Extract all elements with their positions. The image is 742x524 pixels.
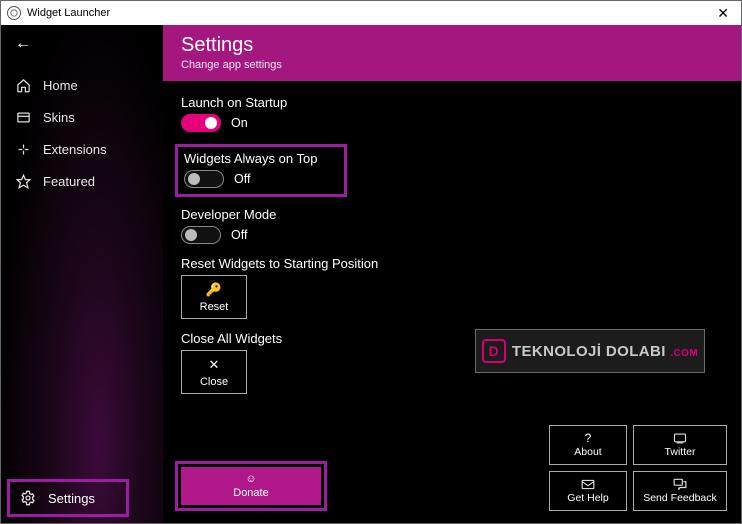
- gear-icon: [20, 490, 36, 506]
- donate-button[interactable]: ☺ Donate: [181, 467, 321, 505]
- titlebar: Widget Launcher ✕: [1, 1, 741, 25]
- page-header: Settings Change app settings: [163, 25, 741, 81]
- toggle-state: Off: [234, 172, 250, 186]
- sidebar-item-home[interactable]: Home: [1, 69, 163, 101]
- app-window: Widget Launcher ✕ ← Home Skins Extension…: [0, 0, 742, 524]
- button-label: Close: [200, 376, 228, 388]
- button-label: Twitter: [665, 446, 696, 458]
- close-window-button[interactable]: ✕: [711, 5, 735, 22]
- page-subtitle: Change app settings: [181, 59, 723, 71]
- app-icon: [7, 6, 21, 20]
- sidebar: ← Home Skins Extensions Featured: [1, 25, 163, 523]
- question-icon: ?: [585, 432, 592, 444]
- setting-label: Widgets Always on Top: [184, 151, 338, 166]
- highlight-always-on-top: Widgets Always on Top Off: [175, 144, 347, 197]
- sidebar-item-label: Home: [43, 78, 78, 93]
- settings-content: Launch on Startup On Widgets Always on T…: [163, 81, 741, 523]
- sidebar-item-settings[interactable]: Settings: [7, 479, 129, 517]
- setting-reset-widgets: Reset Widgets to Starting Position 🔑 Res…: [181, 256, 723, 319]
- button-label: Send Feedback: [643, 492, 717, 504]
- footer-area: ☺ Donate ? About Twitter: [163, 511, 741, 523]
- main-panel: Settings Change app settings Launch on S…: [163, 25, 741, 523]
- watermark-suffix: .COM: [670, 348, 698, 359]
- twitter-button[interactable]: Twitter: [633, 425, 727, 465]
- extensions-icon: [15, 141, 31, 157]
- window-title: Widget Launcher: [27, 7, 110, 19]
- nav-list: Home Skins Extensions Featured: [1, 61, 163, 197]
- watermark-logo-icon: D: [482, 339, 506, 363]
- watermark-text: TEKNOLOJİ DOLABI: [512, 343, 666, 360]
- setting-launch-startup: Launch on Startup On: [181, 95, 723, 132]
- sidebar-item-label: Settings: [48, 491, 95, 506]
- toggle-developer-mode[interactable]: [181, 226, 221, 244]
- smile-icon: ☺: [245, 473, 256, 485]
- close-icon: ✕: [209, 357, 220, 373]
- button-label: Donate: [233, 487, 268, 499]
- toggle-always-on-top[interactable]: [184, 170, 224, 188]
- button-label: About: [574, 446, 601, 458]
- button-label: Get Help: [567, 492, 608, 504]
- feedback-icon: [673, 478, 687, 490]
- send-feedback-button[interactable]: Send Feedback: [633, 471, 727, 511]
- button-label: Reset: [200, 301, 229, 313]
- mail-icon: [581, 479, 595, 490]
- toggle-state: Off: [231, 228, 247, 242]
- home-icon: [15, 77, 31, 93]
- highlight-donate: ☺ Donate: [175, 461, 327, 511]
- star-icon: [15, 173, 31, 189]
- about-button[interactable]: ? About: [549, 425, 627, 465]
- setting-label: Reset Widgets to Starting Position: [181, 256, 723, 271]
- sidebar-item-skins[interactable]: Skins: [1, 101, 163, 133]
- skins-icon: [15, 109, 31, 125]
- watermark: D TEKNOLOJİ DOLABI .COM: [475, 329, 705, 373]
- sidebar-item-featured[interactable]: Featured: [1, 165, 163, 197]
- twitter-icon: [673, 433, 687, 444]
- app-body: ← Home Skins Extensions Featured: [1, 25, 741, 523]
- sidebar-item-label: Featured: [43, 174, 95, 189]
- setting-label: Launch on Startup: [181, 95, 723, 110]
- sidebar-item-label: Extensions: [43, 142, 107, 157]
- setting-developer-mode: Developer Mode Off: [181, 207, 723, 244]
- setting-label: Developer Mode: [181, 207, 723, 222]
- back-button[interactable]: ←: [1, 25, 163, 61]
- close-all-button[interactable]: ✕ Close: [181, 350, 247, 394]
- key-icon: 🔑: [206, 282, 222, 298]
- footer-buttons: ? About Twitter Get Help: [549, 425, 727, 511]
- get-help-button[interactable]: Get Help: [549, 471, 627, 511]
- setting-always-on-top: Widgets Always on Top Off: [184, 151, 338, 188]
- page-title: Settings: [181, 34, 723, 57]
- sidebar-item-label: Skins: [43, 110, 75, 125]
- reset-button[interactable]: 🔑 Reset: [181, 275, 247, 319]
- sidebar-item-extensions[interactable]: Extensions: [1, 133, 163, 165]
- toggle-launch-startup[interactable]: [181, 114, 221, 132]
- toggle-state: On: [231, 116, 248, 130]
